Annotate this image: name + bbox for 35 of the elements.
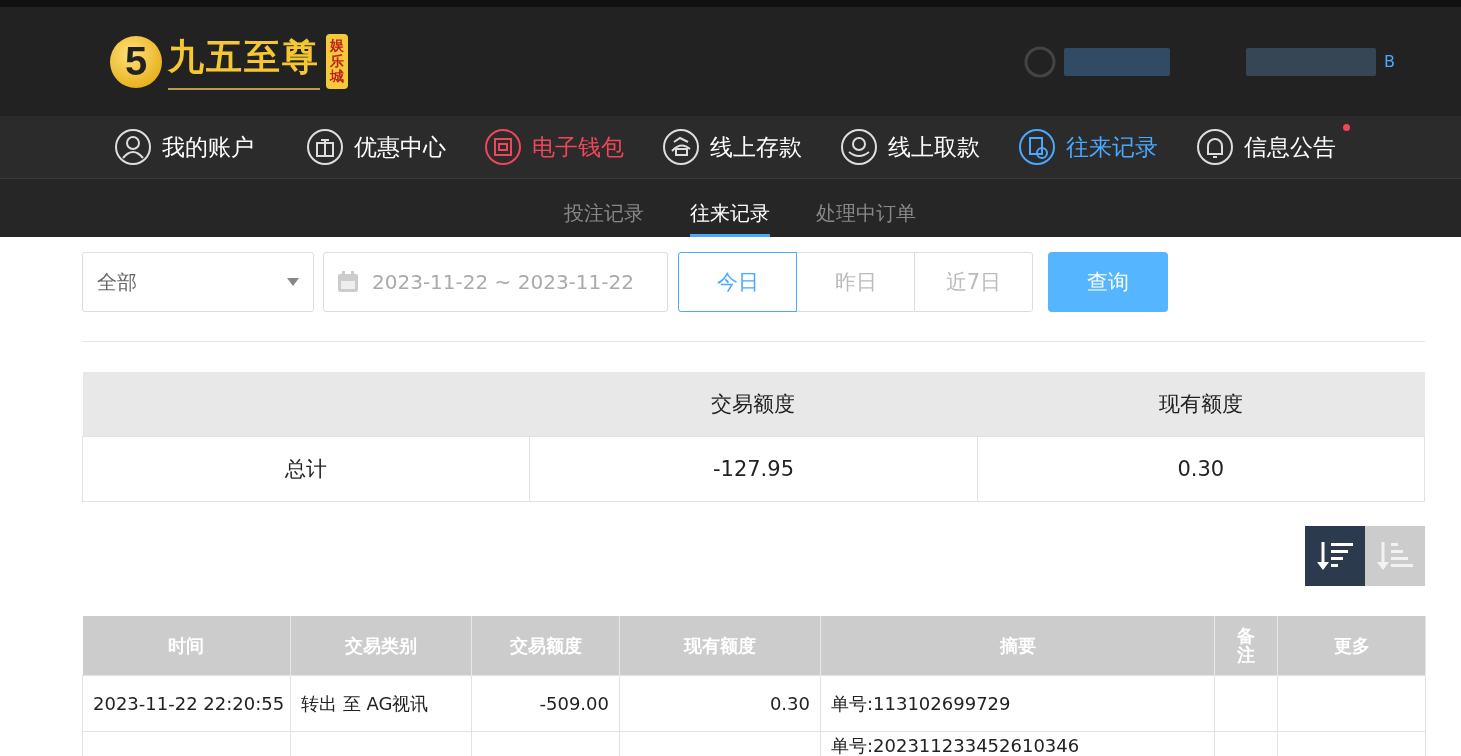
logo-mark: 5 xyxy=(110,35,162,88)
sub-tab[interactable]: 往来记录 xyxy=(689,179,770,237)
record-icon xyxy=(1018,128,1056,166)
table-header: 交易额度 xyxy=(529,372,978,437)
withdraw-icon xyxy=(840,128,878,166)
table-cell: 单号:113102699729 xyxy=(820,675,1215,732)
type-dropdown[interactable]: 全部 xyxy=(82,252,314,312)
table-header: 现有额度 xyxy=(977,372,1425,437)
nav-item[interactable]: 我的账户 xyxy=(114,128,254,166)
calendar-icon xyxy=(336,270,360,294)
nav-item[interactable]: 线上取款 xyxy=(840,128,980,166)
user-icon xyxy=(114,128,152,166)
logo-badge: 娱乐城 xyxy=(326,34,348,89)
bell-icon xyxy=(1196,128,1234,166)
user-icon xyxy=(1024,45,1056,78)
table-cell: -127.95 xyxy=(529,436,978,502)
sub-tab[interactable]: 投注记录 xyxy=(563,179,644,237)
nav-item[interactable]: 往来记录 xyxy=(1018,128,1158,166)
sort-button[interactable] xyxy=(1305,526,1365,586)
balance-text: B xyxy=(1384,52,1395,71)
deposit-icon xyxy=(662,128,700,166)
table-cell: -509.00 xyxy=(471,675,620,732)
gift-icon xyxy=(306,128,344,166)
table-cell: 0.30 xyxy=(619,675,821,732)
nav-item[interactable]: 线上存款 xyxy=(662,128,802,166)
logo-text: 九五至尊 xyxy=(168,33,320,90)
table-cell: 总计 xyxy=(82,436,530,502)
wallet-icon xyxy=(484,128,522,166)
sub-tab[interactable]: 处理中订单 xyxy=(815,179,916,237)
nav-item[interactable]: 优惠中心 xyxy=(306,128,446,166)
table-cell: 转出 至 AG视讯 xyxy=(290,675,472,732)
nav-item[interactable]: 电子钱包 xyxy=(484,128,624,166)
nav-item[interactable]: 信息公告 xyxy=(1196,128,1336,166)
table-cell: 2023-11-22 22:20:55 xyxy=(82,675,291,732)
table-cell: 0.30 xyxy=(977,436,1425,502)
